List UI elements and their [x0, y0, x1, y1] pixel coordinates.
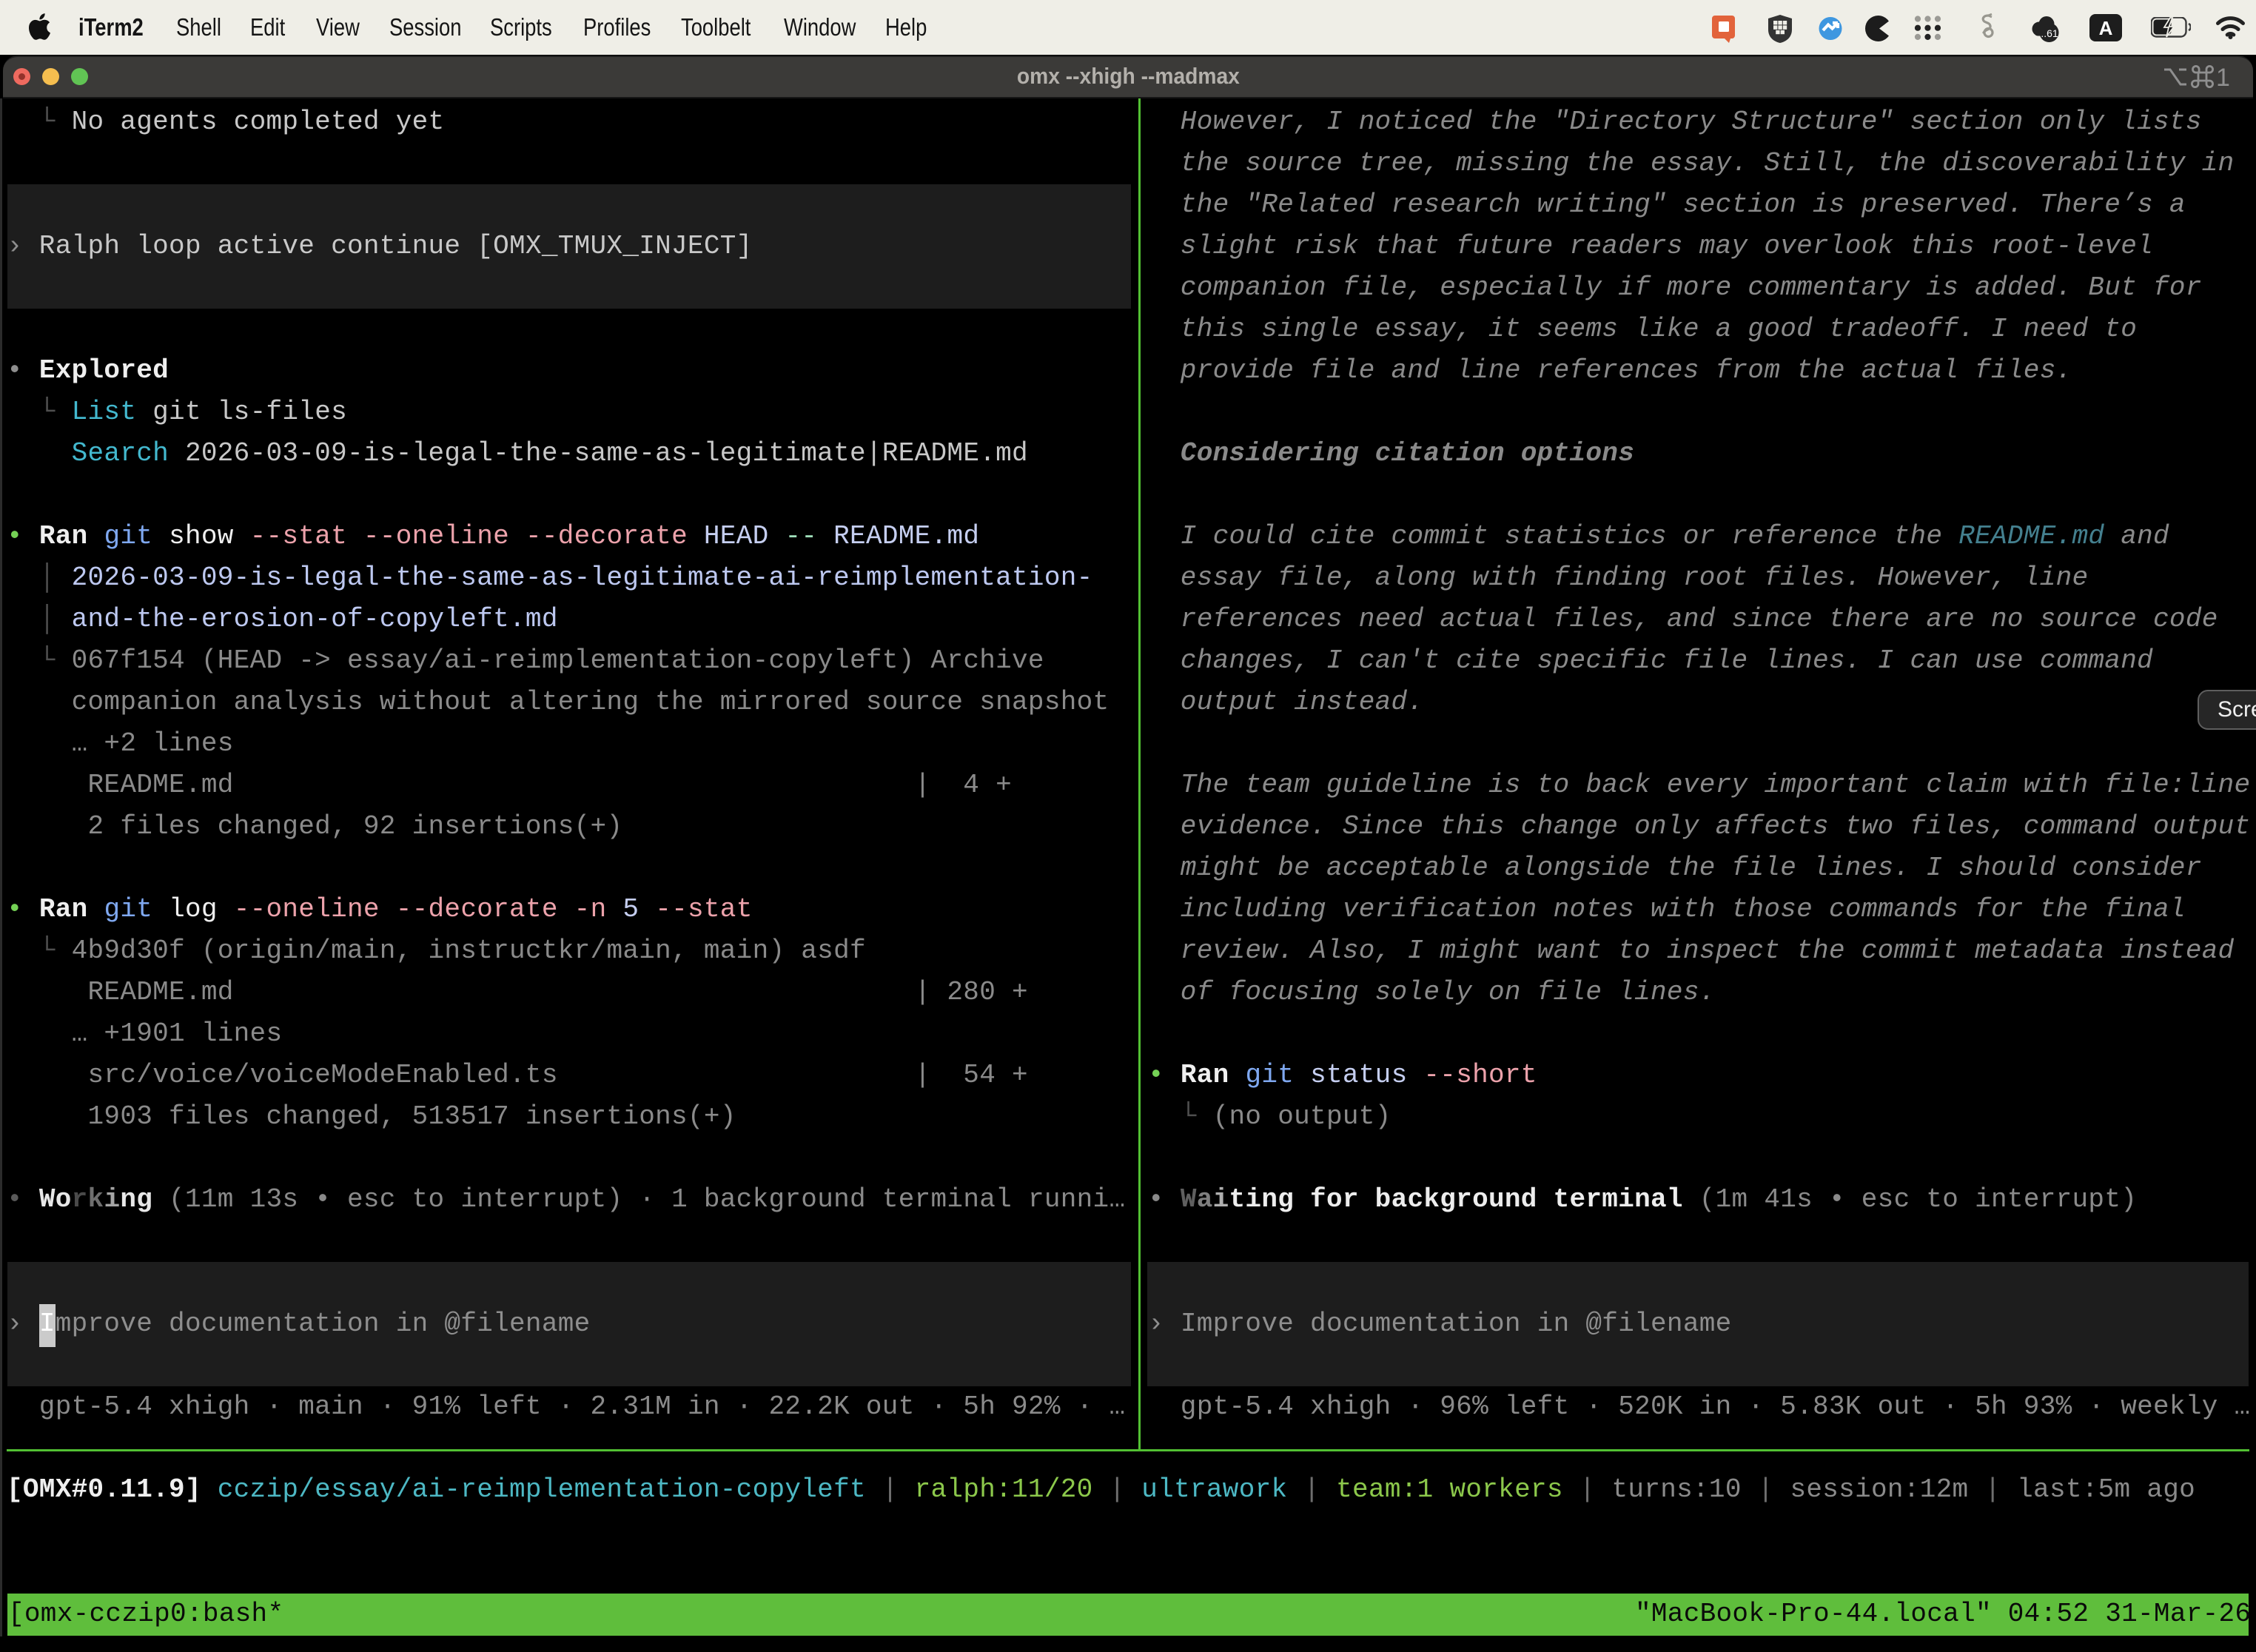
svg-text:..61: ..61 [2041, 27, 2058, 39]
svg-text:A: A [2099, 17, 2113, 39]
svg-text:1: 1 [2216, 64, 2230, 90]
